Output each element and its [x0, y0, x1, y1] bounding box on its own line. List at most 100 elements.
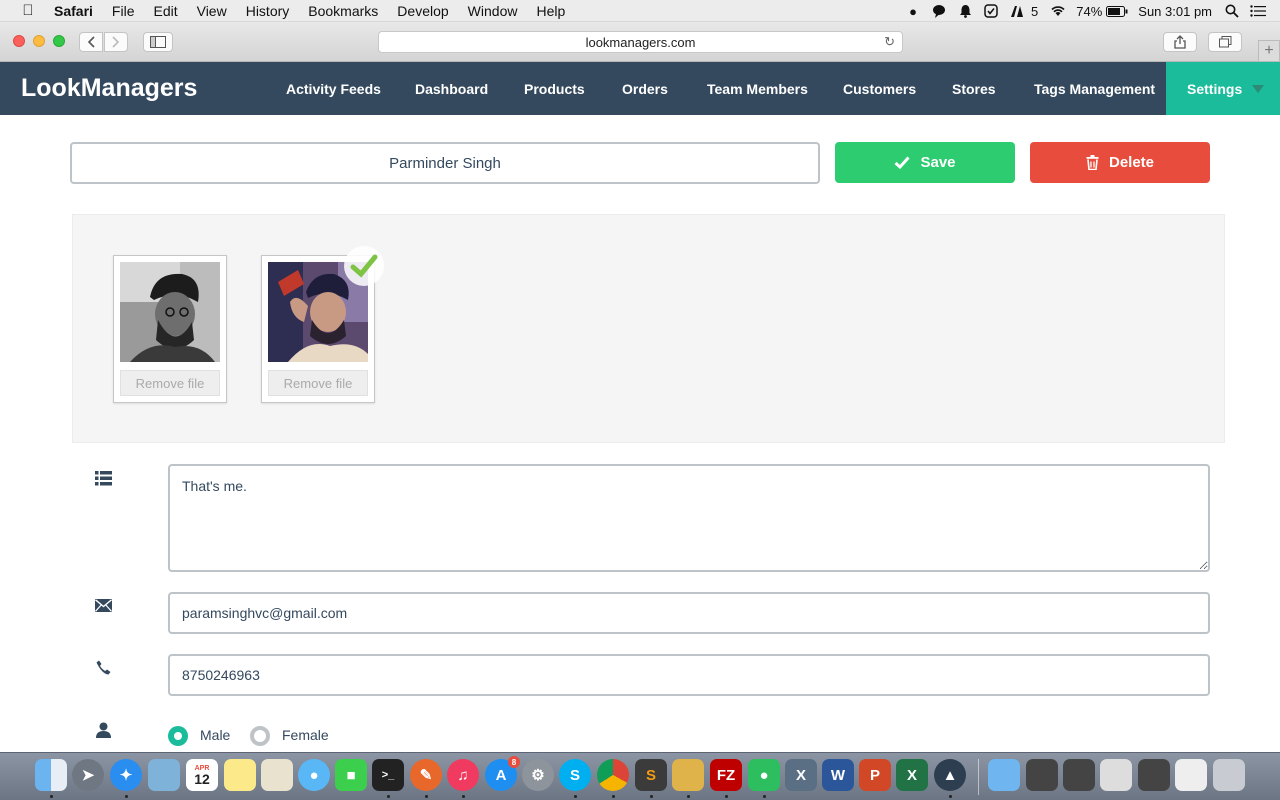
- skype-icon[interactable]: S: [559, 759, 591, 791]
- menu-history[interactable]: History: [246, 3, 290, 19]
- nav-settings-label: Settings: [1187, 80, 1243, 97]
- delete-button[interactable]: Delete: [1030, 142, 1210, 183]
- nav-tags-management[interactable]: Tags Management: [1034, 62, 1155, 115]
- tabs-overview-button[interactable]: [1208, 32, 1242, 52]
- photo-dropzone[interactable]: [72, 214, 1225, 443]
- nav-orders[interactable]: Orders: [622, 62, 668, 115]
- itunes-icon[interactable]: ♫: [447, 759, 479, 791]
- sidebar-icon: [150, 36, 166, 48]
- evernote-icon[interactable]: ●: [748, 759, 780, 791]
- forward-button[interactable]: [104, 32, 128, 52]
- bio-textarea[interactable]: That's me.: [168, 464, 1210, 572]
- minimized-window-icon[interactable]: [1100, 759, 1132, 791]
- word-icon[interactable]: W: [822, 759, 854, 791]
- sourcetree-icon[interactable]: ▲: [934, 759, 966, 791]
- downloads-folder-icon[interactable]: [988, 759, 1020, 791]
- gender-male-label[interactable]: Male: [200, 727, 230, 743]
- xquartz-icon[interactable]: X: [785, 759, 817, 791]
- facetime-icon[interactable]: ■: [335, 759, 367, 791]
- excel-icon[interactable]: X: [896, 759, 928, 791]
- menu-edit[interactable]: Edit: [153, 3, 177, 19]
- email-field[interactable]: [168, 592, 1210, 634]
- running-indicator: [763, 795, 766, 798]
- finder-icon[interactable]: [35, 759, 67, 791]
- notes-icon[interactable]: [224, 759, 256, 791]
- messages-icon[interactable]: ●: [298, 759, 330, 791]
- nav-dashboard[interactable]: Dashboard: [415, 62, 488, 115]
- safari-icon[interactable]: ✦: [110, 759, 142, 791]
- adobe-status-icon[interactable]: [1009, 4, 1025, 18]
- list-icon: [95, 470, 112, 487]
- minimized-window-icon[interactable]: [1175, 759, 1207, 791]
- window-zoom-button[interactable]: [53, 35, 65, 47]
- nav-stores[interactable]: Stores: [952, 62, 996, 115]
- chrome-icon[interactable]: [597, 759, 629, 791]
- dock-separator: [978, 759, 979, 795]
- name-input[interactable]: [70, 142, 820, 184]
- chat-bubble-status-icon[interactable]: [931, 4, 947, 18]
- save-button[interactable]: Save: [835, 142, 1015, 183]
- postman-icon[interactable]: ✎: [410, 759, 442, 791]
- terminal-icon[interactable]: >_: [372, 759, 404, 791]
- apple-menu-icon[interactable]: : [20, 2, 36, 19]
- trash-can-icon[interactable]: [1213, 759, 1245, 791]
- app-store-icon[interactable]: A 8: [485, 756, 520, 791]
- brand-logo[interactable]: LookManagers: [21, 74, 197, 103]
- gender-female-radio[interactable]: [250, 726, 270, 746]
- nav-activity-feeds[interactable]: Activity Feeds: [286, 62, 381, 115]
- sublime-text-icon[interactable]: S: [635, 759, 667, 791]
- maps-icon[interactable]: [261, 759, 293, 791]
- share-icon: [1174, 35, 1186, 49]
- filezilla-icon[interactable]: FZ: [710, 759, 742, 791]
- nav-products[interactable]: Products: [524, 62, 585, 115]
- evernote-status-icon[interactable]: ●: [905, 4, 921, 19]
- menu-bookmarks[interactable]: Bookmarks: [308, 3, 378, 19]
- menu-app-name[interactable]: Safari: [54, 3, 93, 19]
- sidebar-toggle-button[interactable]: [143, 32, 173, 52]
- powerpoint-icon[interactable]: P: [859, 759, 891, 791]
- browser-toolbar: lookmanagers.com ↻ +: [0, 22, 1280, 62]
- menu-help[interactable]: Help: [536, 3, 565, 19]
- remove-file-button[interactable]: Remove file: [268, 370, 368, 396]
- system-preferences-icon[interactable]: ⚙: [522, 759, 554, 791]
- sequel-pro-icon[interactable]: [672, 759, 704, 791]
- phone-field[interactable]: [168, 654, 1210, 696]
- minimized-window-icon[interactable]: [1026, 759, 1058, 791]
- preview-icon[interactable]: [148, 759, 180, 791]
- minimized-window-icon[interactable]: [1063, 759, 1095, 791]
- back-button[interactable]: [79, 32, 103, 52]
- macos-dock: ➤ ✦ APR 12 ● ■ >_ ✎ ♫ A 8 ⚙ S S FZ ● X W…: [0, 752, 1280, 800]
- menu-file[interactable]: File: [112, 3, 135, 19]
- remove-file-button[interactable]: Remove file: [120, 370, 220, 396]
- calendar-icon[interactable]: APR 12: [186, 759, 218, 791]
- share-button[interactable]: [1163, 32, 1197, 52]
- notification-bell-icon[interactable]: [957, 4, 973, 18]
- phone-icon: [95, 659, 112, 676]
- gender-female-label[interactable]: Female: [282, 727, 329, 743]
- check-icon: [894, 156, 911, 169]
- selected-check-icon: [344, 246, 384, 286]
- spotlight-search-icon[interactable]: [1224, 4, 1240, 18]
- notification-center-icon[interactable]: [1250, 4, 1266, 18]
- battery-icon[interactable]: [1106, 4, 1128, 18]
- macos-menu-bar:  Safari File Edit View History Bookmark…: [0, 0, 1280, 22]
- address-bar[interactable]: lookmanagers.com ↻: [378, 31, 903, 53]
- menu-view[interactable]: View: [197, 3, 227, 19]
- checkbox-status-icon[interactable]: [983, 4, 999, 18]
- wifi-icon[interactable]: [1050, 4, 1066, 18]
- new-tab-button[interactable]: +: [1258, 40, 1280, 62]
- nav-team-members[interactable]: Team Members: [707, 62, 808, 115]
- window-minimize-button[interactable]: [33, 35, 45, 47]
- photo-thumbnail[interactable]: Remove file: [113, 255, 227, 403]
- gender-male-radio[interactable]: [168, 726, 188, 746]
- minimized-window-icon[interactable]: [1138, 759, 1170, 791]
- nav-customers[interactable]: Customers: [843, 62, 916, 115]
- running-indicator: [425, 795, 428, 798]
- menu-window[interactable]: Window: [468, 3, 518, 19]
- menu-clock[interactable]: Sun 3:01 pm: [1138, 4, 1212, 19]
- window-close-button[interactable]: [13, 35, 25, 47]
- nav-settings-dropdown[interactable]: Settings: [1166, 62, 1280, 115]
- launchpad-icon[interactable]: ➤: [72, 759, 104, 791]
- reload-icon[interactable]: ↻: [884, 34, 895, 50]
- menu-develop[interactable]: Develop: [397, 3, 448, 19]
